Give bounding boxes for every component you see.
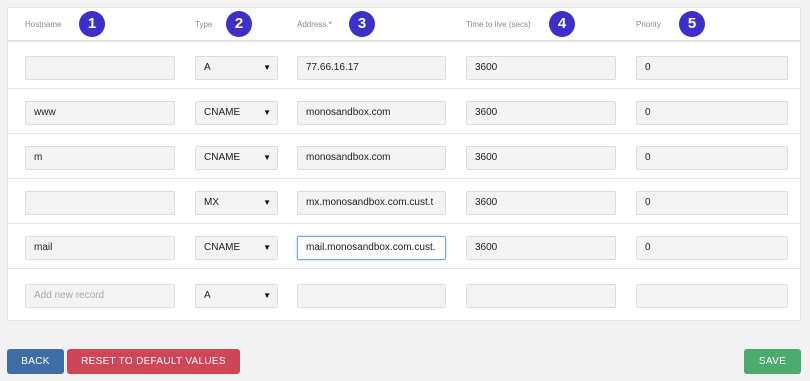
- caret-down-icon: ▼: [263, 63, 271, 72]
- dns-records-panel: Hostname 1 Type 2 Address * 3 Time to li…: [7, 7, 801, 321]
- table-row: mail CNAME ▼ mail.monosandbox.com.cust. 3…: [8, 224, 800, 269]
- type-value: CNAME: [204, 242, 241, 253]
- hostname-field[interactable]: [25, 56, 175, 80]
- caret-down-icon: ▼: [263, 291, 271, 300]
- caret-down-icon: ▼: [263, 153, 271, 162]
- type-value: A: [204, 62, 211, 73]
- address-field[interactable]: mx.monosandbox.com.cust.t: [297, 191, 446, 215]
- hostname-field[interactable]: www: [25, 101, 175, 125]
- step-badge-5: 5: [679, 11, 705, 37]
- priority-field[interactable]: 0: [636, 236, 788, 260]
- table-row: m CNAME ▼ monosandbox.com 3600 0: [8, 134, 800, 179]
- new-ttl-field[interactable]: [466, 284, 616, 308]
- back-button[interactable]: BACK: [7, 349, 64, 374]
- type-select[interactable]: CNAME ▼: [195, 236, 278, 260]
- step-badge-1: 1: [79, 11, 105, 37]
- column-header-priority: Priority: [636, 20, 661, 29]
- type-value: CNAME: [204, 152, 241, 163]
- column-header-ttl: Time to live (secs): [466, 20, 531, 29]
- step-badge-4: 4: [549, 11, 575, 37]
- table-row: MX ▼ mx.monosandbox.com.cust.t 3600 0: [8, 179, 800, 224]
- priority-field[interactable]: 0: [636, 146, 788, 170]
- table-header: Hostname 1 Type 2 Address * 3 Time to li…: [8, 8, 800, 42]
- step-badge-3: 3: [349, 11, 375, 37]
- new-priority-field[interactable]: [636, 284, 788, 308]
- ttl-field[interactable]: 3600: [466, 146, 616, 170]
- address-field[interactable]: mail.monosandbox.com.cust.: [297, 236, 446, 260]
- type-value: CNAME: [204, 107, 241, 118]
- priority-field[interactable]: 0: [636, 101, 788, 125]
- hostname-field[interactable]: mail: [25, 236, 175, 260]
- type-value: MX: [204, 197, 219, 208]
- type-select[interactable]: MX ▼: [195, 191, 278, 215]
- column-header-address: Address *: [297, 20, 332, 29]
- caret-down-icon: ▼: [263, 198, 271, 207]
- hostname-field[interactable]: m: [25, 146, 175, 170]
- hostname-field[interactable]: [25, 191, 175, 215]
- address-field[interactable]: monosandbox.com: [297, 146, 446, 170]
- caret-down-icon: ▼: [263, 243, 271, 252]
- type-select[interactable]: CNAME ▼: [195, 101, 278, 125]
- ttl-field[interactable]: 3600: [466, 101, 616, 125]
- caret-down-icon: ▼: [263, 108, 271, 117]
- column-header-hostname: Hostname: [25, 20, 62, 29]
- new-type-select[interactable]: A ▼: [195, 284, 278, 308]
- table-row: www CNAME ▼ monosandbox.com 3600 0: [8, 89, 800, 134]
- address-field[interactable]: 77.66.16.17: [297, 56, 446, 80]
- reset-to-default-button[interactable]: RESET TO DEFAULT VALUES: [67, 349, 240, 374]
- ttl-field[interactable]: 3600: [466, 191, 616, 215]
- new-address-field[interactable]: [297, 284, 446, 308]
- ttl-field[interactable]: 3600: [466, 56, 616, 80]
- save-button[interactable]: SAVE: [744, 349, 801, 374]
- type-select[interactable]: A ▼: [195, 56, 278, 80]
- address-field[interactable]: monosandbox.com: [297, 101, 446, 125]
- priority-field[interactable]: 0: [636, 191, 788, 215]
- type-select[interactable]: CNAME ▼: [195, 146, 278, 170]
- table-row: A ▼ 77.66.16.17 3600 0: [8, 44, 800, 89]
- new-record-row: Add new record A ▼: [8, 272, 800, 317]
- ttl-field[interactable]: 3600: [466, 236, 616, 260]
- column-header-type: Type: [195, 20, 213, 29]
- priority-field[interactable]: 0: [636, 56, 788, 80]
- type-value: A: [204, 290, 211, 301]
- new-hostname-field[interactable]: Add new record: [25, 284, 175, 308]
- step-badge-2: 2: [226, 11, 252, 37]
